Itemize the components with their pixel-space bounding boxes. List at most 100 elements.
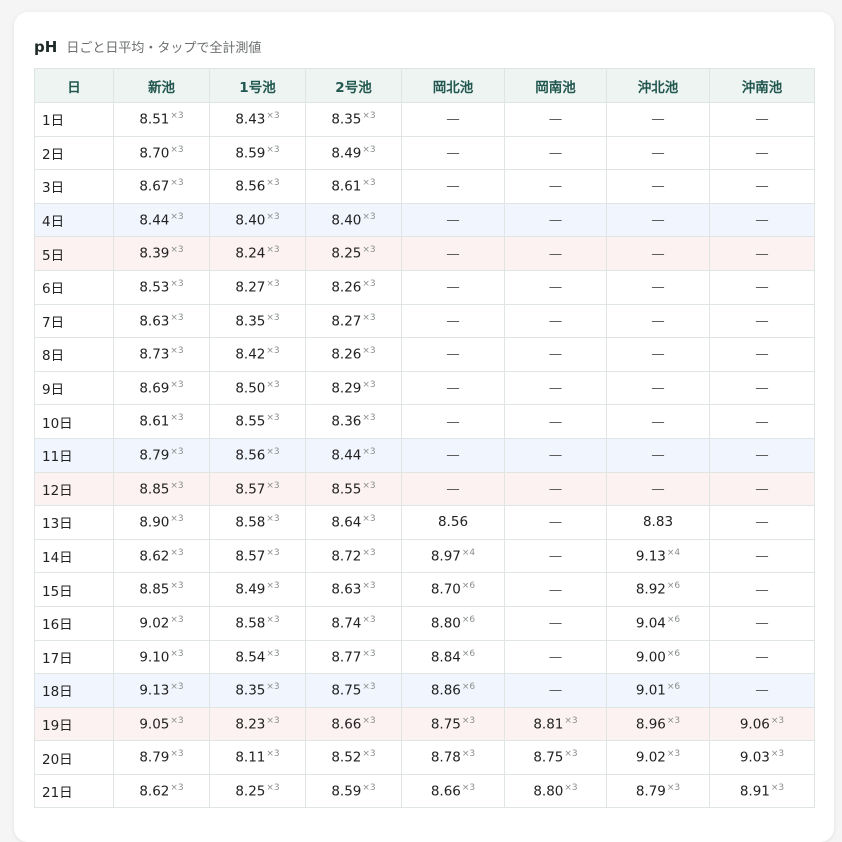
ph-value-cell[interactable]: 9.00×6 (606, 639, 710, 675)
ph-value-cell[interactable]: 8.44×3 (305, 437, 402, 473)
ph-value-cell[interactable]: 8.26×3 (305, 269, 402, 305)
ph-value-cell[interactable]: 8.25×3 (209, 773, 306, 809)
ph-value-cell[interactable]: 8.57×3 (209, 538, 306, 574)
ph-value-cell[interactable]: 8.63×3 (305, 572, 402, 607)
ph-value-cell[interactable]: 9.05×3 (113, 706, 210, 742)
ph-value-cell[interactable]: 8.61×3 (113, 404, 210, 439)
empty-cell: — (709, 370, 815, 406)
ph-value-cell[interactable]: 8.86×6 (401, 673, 505, 708)
ph-value-cell[interactable]: 8.56×3 (209, 169, 306, 204)
ph-value-cell[interactable]: 8.70×3 (113, 135, 210, 171)
ph-value-cell[interactable]: 9.04×6 (606, 605, 710, 641)
ph-value-cell[interactable]: 8.66×3 (305, 706, 402, 742)
ph-value-cell[interactable]: 8.70×6 (401, 572, 505, 607)
ph-value-cell[interactable]: 8.66×3 (401, 773, 505, 809)
ph-value-cell[interactable]: 8.56×3 (209, 437, 306, 473)
ph-value-cell[interactable]: 8.56 (401, 505, 505, 540)
ph-value-cell[interactable]: 9.02×3 (606, 740, 710, 775)
ph-value-cell[interactable]: 8.80×3 (504, 773, 607, 809)
ph-value-cell[interactable]: 8.73×3 (113, 337, 210, 372)
ph-value-cell[interactable]: 8.40×3 (209, 202, 306, 238)
ph-value-cell[interactable]: 8.79×3 (113, 437, 210, 473)
ph-value-cell[interactable]: 8.43×3 (209, 102, 306, 137)
ph-value-cell[interactable]: 8.36×3 (305, 404, 402, 439)
ph-value-cell[interactable]: 8.72×3 (305, 538, 402, 574)
ph-value-cell[interactable]: 8.81×3 (504, 706, 607, 742)
measurement-count: ×3 (362, 279, 376, 290)
ph-value-cell[interactable]: 8.85×3 (113, 471, 210, 507)
ph-value: 8.75 (533, 749, 564, 766)
ph-value-cell[interactable]: 8.75×3 (504, 740, 607, 775)
ph-value-cell[interactable]: 8.53×3 (113, 269, 210, 305)
ph-value-cell[interactable]: 8.63×3 (113, 303, 210, 339)
ph-value-cell[interactable]: 8.78×3 (401, 740, 505, 775)
ph-value-cell[interactable]: 8.27×3 (209, 269, 306, 305)
ph-value-cell[interactable]: 8.11×3 (209, 740, 306, 775)
column-header-pond: 2号池 (305, 68, 402, 103)
ph-value-cell[interactable]: 8.77×3 (305, 639, 402, 675)
ph-value-cell[interactable]: 9.10×3 (113, 639, 210, 675)
ph-value-cell[interactable]: 8.91×3 (709, 773, 815, 809)
ph-value-cell[interactable]: 8.55×3 (209, 404, 306, 439)
ph-value-cell[interactable]: 8.49×3 (209, 572, 306, 607)
ph-value-cell[interactable]: 9.01×6 (606, 673, 710, 708)
ph-value-cell[interactable]: 9.13×3 (113, 673, 210, 708)
ph-value-cell[interactable]: 8.79×3 (606, 773, 710, 809)
ph-value-cell[interactable]: 8.75×3 (401, 706, 505, 742)
ph-value-cell[interactable]: 8.40×3 (305, 202, 402, 238)
ph-value-cell[interactable]: 8.59×3 (209, 135, 306, 171)
ph-value-cell[interactable]: 8.49×3 (305, 135, 402, 171)
ph-value-cell[interactable]: 8.90×3 (113, 505, 210, 540)
ph-value-cell[interactable]: 8.23×3 (209, 706, 306, 742)
ph-value-cell[interactable]: 8.97×4 (401, 538, 505, 574)
ph-value-cell[interactable]: 8.69×3 (113, 370, 210, 406)
ph-value-cell[interactable]: 8.50×3 (209, 370, 306, 406)
ph-value-cell[interactable]: 8.79×3 (113, 740, 210, 775)
ph-value-cell[interactable]: 8.51×3 (113, 102, 210, 137)
ph-value-cell[interactable]: 8.58×3 (209, 505, 306, 540)
ph-value-cell[interactable]: 8.52×3 (305, 740, 402, 775)
ph-value: 8.55 (235, 413, 266, 430)
table-row: 17日 9.10×3 8.54×3 8.77×3 8.84×6—9.00×6— (34, 639, 815, 675)
ph-value-cell[interactable]: 8.24×3 (209, 236, 306, 271)
table-row: 21日 8.62×3 8.25×3 8.59×3 8.66×3 8.80×3 8.79×3 8… (34, 773, 815, 809)
ph-value-cell[interactable]: 8.58×3 (209, 605, 306, 641)
ph-value-cell[interactable]: 8.67×3 (113, 169, 210, 204)
ph-value-cell[interactable]: 8.35×3 (209, 303, 306, 339)
ph-value-cell[interactable]: 8.35×3 (305, 102, 402, 137)
ph-value-cell[interactable]: 8.29×3 (305, 370, 402, 406)
ph-value: 8.72 (331, 548, 362, 565)
ph-value-cell[interactable]: 8.92×6 (606, 572, 710, 607)
ph-value-cell[interactable]: 8.74×3 (305, 605, 402, 641)
ph-value-cell[interactable]: 8.62×3 (113, 538, 210, 574)
ph-value-cell[interactable]: 9.06×3 (709, 706, 815, 742)
ph-value-cell[interactable]: 8.61×3 (305, 169, 402, 204)
ph-value-cell[interactable]: 8.44×3 (113, 202, 210, 238)
ph-value-cell[interactable]: 8.42×3 (209, 337, 306, 372)
ph-value-cell[interactable]: 8.80×6 (401, 605, 505, 641)
ph-value-cell[interactable]: 8.25×3 (305, 236, 402, 271)
ph-value-cell[interactable]: 8.64×3 (305, 505, 402, 540)
ph-value-cell[interactable]: 8.55×3 (305, 471, 402, 507)
ph-value: 8.85 (139, 581, 170, 598)
ph-value: 8.61 (139, 413, 170, 430)
ph-value-cell[interactable]: 8.85×3 (113, 572, 210, 607)
ph-value: 8.29 (331, 380, 362, 397)
ph-value-cell[interactable]: 9.13×4 (606, 538, 710, 574)
ph-value-cell[interactable]: 8.96×3 (606, 706, 710, 742)
ph-value-cell[interactable]: 8.84×6 (401, 639, 505, 675)
ph-value-cell[interactable]: 8.26×3 (305, 337, 402, 372)
ph-value-cell[interactable]: 8.83 (606, 505, 710, 540)
ph-value-cell[interactable]: 9.02×3 (113, 605, 210, 641)
ph-value-cell[interactable]: 8.27×3 (305, 303, 402, 339)
ph-value-cell[interactable]: 8.39×3 (113, 236, 210, 271)
day-cell: 20日 (34, 740, 114, 775)
measurement-count: ×3 (362, 346, 376, 357)
ph-value-cell[interactable]: 8.57×3 (209, 471, 306, 507)
ph-value-cell[interactable]: 9.03×3 (709, 740, 815, 775)
ph-value-cell[interactable]: 8.59×3 (305, 773, 402, 809)
ph-value-cell[interactable]: 8.54×3 (209, 639, 306, 675)
ph-value-cell[interactable]: 8.35×3 (209, 673, 306, 708)
ph-value-cell[interactable]: 8.75×3 (305, 673, 402, 708)
ph-value-cell[interactable]: 8.62×3 (113, 773, 210, 809)
